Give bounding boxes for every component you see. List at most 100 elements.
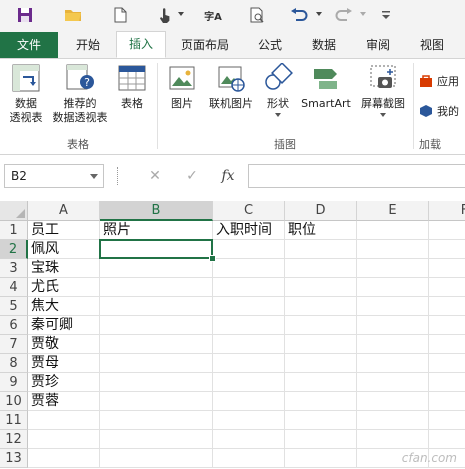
cell-a10[interactable]: 贾蓉 — [28, 392, 100, 411]
cell-e7[interactable] — [357, 335, 429, 354]
cell-d1[interactable]: 职位 — [285, 221, 357, 240]
cell-c10[interactable] — [213, 392, 285, 411]
cell-e3[interactable] — [357, 259, 429, 278]
cell-f4[interactable] — [429, 278, 465, 297]
undo-icon[interactable] — [288, 4, 310, 26]
tab-file[interactable]: 文件 — [0, 32, 58, 58]
cell-f8[interactable] — [429, 354, 465, 373]
apps-for-office-button[interactable]: 应用 — [419, 73, 459, 89]
shapes-button[interactable]: 形状 — [258, 62, 298, 117]
cell-d3[interactable] — [285, 259, 357, 278]
row-header-2[interactable]: 2 — [0, 240, 28, 259]
cell-e1[interactable] — [357, 221, 429, 240]
recommended-pivot-button[interactable]: ? 推荐的 数据透视表 — [50, 63, 110, 125]
cell-a11[interactable] — [28, 411, 100, 430]
cell-d4[interactable] — [285, 278, 357, 297]
column-header-f[interactable]: F — [429, 201, 465, 221]
tab-home[interactable]: 开始 — [63, 32, 113, 58]
cell-f9[interactable] — [429, 373, 465, 392]
cell-f3[interactable] — [429, 259, 465, 278]
cell-d7[interactable] — [285, 335, 357, 354]
cell-b13[interactable] — [100, 449, 213, 468]
cell-b8[interactable] — [100, 354, 213, 373]
row-header-13[interactable]: 13 — [0, 449, 28, 468]
online-pictures-button[interactable]: 联机图片 — [204, 63, 258, 111]
cell-f12[interactable] — [429, 430, 465, 449]
cell-b9[interactable] — [100, 373, 213, 392]
pivot-table-button[interactable]: 数据 透视表 — [4, 63, 48, 125]
cell-f11[interactable] — [429, 411, 465, 430]
cell-c13[interactable] — [213, 449, 285, 468]
row-header-12[interactable]: 12 — [0, 430, 28, 449]
cell-b3[interactable] — [100, 259, 213, 278]
chevron-down-icon[interactable] — [360, 12, 366, 16]
tab-review[interactable]: 审阅 — [356, 32, 400, 58]
insert-function-icon[interactable]: fx — [214, 164, 242, 188]
tab-data[interactable]: 数据 — [302, 32, 346, 58]
cell-e9[interactable] — [357, 373, 429, 392]
cell-e6[interactable] — [357, 316, 429, 335]
cell-c5[interactable] — [213, 297, 285, 316]
cell-b7[interactable] — [100, 335, 213, 354]
column-header-d[interactable]: D — [285, 201, 357, 221]
cell-e8[interactable] — [357, 354, 429, 373]
cell-a4[interactable]: 尤氏 — [28, 278, 100, 297]
cell-f7[interactable] — [429, 335, 465, 354]
cell-d12[interactable] — [285, 430, 357, 449]
row-header-9[interactable]: 9 — [0, 373, 28, 392]
row-header-1[interactable]: 1 — [0, 221, 28, 240]
cell-b5[interactable] — [100, 297, 213, 316]
chevron-down-icon[interactable] — [178, 12, 184, 16]
cell-d6[interactable] — [285, 316, 357, 335]
save-icon[interactable] — [14, 4, 36, 26]
cell-b2[interactable] — [100, 240, 213, 259]
cell-c3[interactable] — [213, 259, 285, 278]
cell-b12[interactable] — [100, 430, 213, 449]
cell-e11[interactable] — [357, 411, 429, 430]
cell-f10[interactable] — [429, 392, 465, 411]
cell-c9[interactable] — [213, 373, 285, 392]
open-folder-icon[interactable] — [62, 4, 84, 26]
fill-handle[interactable] — [209, 255, 216, 262]
pictures-button[interactable]: 图片 — [162, 63, 202, 111]
row-header-8[interactable]: 8 — [0, 354, 28, 373]
row-header-5[interactable]: 5 — [0, 297, 28, 316]
cell-e5[interactable] — [357, 297, 429, 316]
cell-a6[interactable]: 秦可卿 — [28, 316, 100, 335]
name-box[interactable]: B2 — [4, 164, 104, 188]
print-preview-icon[interactable] — [247, 4, 267, 26]
tab-page-layout[interactable]: 页面布局 — [170, 32, 240, 58]
cell-e2[interactable] — [357, 240, 429, 259]
cell-a12[interactable] — [28, 430, 100, 449]
tab-formulas[interactable]: 公式 — [248, 32, 292, 58]
cell-d2[interactable] — [285, 240, 357, 259]
cell-c4[interactable] — [213, 278, 285, 297]
touch-mode-icon[interactable] — [155, 4, 175, 26]
cell-d10[interactable] — [285, 392, 357, 411]
cell-c1[interactable]: 入职时间 — [213, 221, 285, 240]
row-header-3[interactable]: 3 — [0, 259, 28, 278]
cell-c7[interactable] — [213, 335, 285, 354]
cell-d5[interactable] — [285, 297, 357, 316]
row-header-11[interactable]: 11 — [0, 411, 28, 430]
cell-e4[interactable] — [357, 278, 429, 297]
cell-a9[interactable]: 贾珍 — [28, 373, 100, 392]
my-apps-button[interactable]: 我的 — [419, 103, 459, 119]
cell-d13[interactable] — [285, 449, 357, 468]
row-header-6[interactable]: 6 — [0, 316, 28, 335]
row-header-4[interactable]: 4 — [0, 278, 28, 297]
select-all-corner[interactable] — [0, 201, 28, 221]
column-header-b[interactable]: B — [100, 201, 213, 221]
cell-a3[interactable]: 宝珠 — [28, 259, 100, 278]
cell-b4[interactable] — [100, 278, 213, 297]
cancel-entry-icon[interactable]: ✕ — [141, 164, 169, 188]
column-header-e[interactable]: E — [357, 201, 429, 221]
cell-a7[interactable]: 贾敬 — [28, 335, 100, 354]
tab-view[interactable]: 视图 — [410, 32, 454, 58]
cell-a13[interactable] — [28, 449, 100, 468]
cell-b10[interactable] — [100, 392, 213, 411]
row-header-7[interactable]: 7 — [0, 335, 28, 354]
cell-c2[interactable] — [213, 240, 285, 259]
new-document-icon[interactable] — [110, 4, 130, 26]
tab-insert[interactable]: 插入 — [116, 31, 166, 58]
